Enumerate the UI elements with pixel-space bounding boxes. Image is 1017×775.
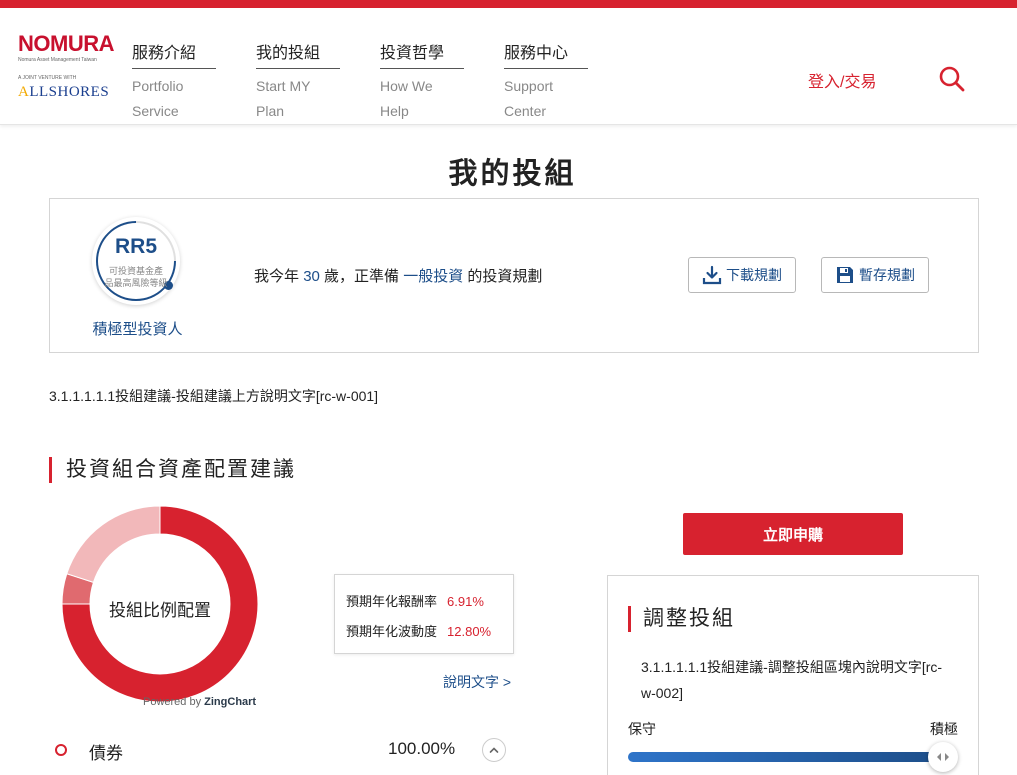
nav-en-line1: Start MY <box>256 78 311 94</box>
nav-support-center[interactable]: 服務中心 Support Center <box>504 44 588 124</box>
subscribe-now-button[interactable]: 立即申購 <box>683 513 903 555</box>
nav-en-line2: Plan <box>256 103 285 119</box>
nav-en-line2: Center <box>504 103 547 119</box>
nomura-logo[interactable]: NOMURA Nomura Asset Management Taiwan A … <box>18 31 128 101</box>
description-link[interactable]: 說明文字 > <box>443 672 511 692</box>
save-plan-label: 暫存規劃 <box>859 267 915 283</box>
donut-slice-2[interactable] <box>66 505 161 583</box>
risk-profile-card: RR5 可投資基金產 品最高風險等級 積極型投資人 我今年 30 歲，正準備 一般… <box>49 198 979 353</box>
legend-marker <box>55 744 67 756</box>
nav-en-line1: Portfolio <box>132 78 184 94</box>
plan-summary-sentence: 我今年 30 歲，正準備 一般投資 的投資規劃 <box>254 265 542 286</box>
adjust-portfolio-description: 3.1.1.1.1.1投組建議-調整投組區塊內說明文字[rc-w-002] <box>641 659 943 701</box>
sentence-text: 我今年 <box>254 268 300 285</box>
sentence-text: 的投資規劃 <box>467 268 543 285</box>
risk-desc-line1: 可投資基金產 <box>108 266 163 276</box>
risk-slider-track[interactable] <box>628 752 943 762</box>
site-header: NOMURA Nomura Asset Management Taiwan A … <box>0 8 1017 125</box>
risk-description: 可投資基金產 品最高風險等級 <box>100 265 172 289</box>
nav-en-line2: Help <box>380 103 409 119</box>
expected-return-label: 預期年化報酬率 <box>346 594 438 609</box>
logo-subtitle: Nomura Asset Management Taiwan <box>18 57 97 63</box>
goal-value: 一般投資 <box>403 268 464 285</box>
risk-level-badge: RR5 可投資基金產 品最高風險等級 <box>79 204 193 318</box>
nav-label-zh: 服務介紹 <box>132 44 216 69</box>
sentence-text: 歲，正準備 <box>324 268 400 285</box>
age-value: 30 <box>303 268 320 285</box>
legend-asset-percent: 100.00% <box>388 739 456 758</box>
nav-label-en: How We Help <box>380 74 464 124</box>
nav-label-zh: 我的投組 <box>256 44 340 69</box>
nav-en-line2: Service <box>132 103 179 119</box>
nav-en-line1: Support <box>504 78 554 94</box>
attribution-text: Powered by <box>143 696 202 708</box>
donut-center-label: 投組比例配置 <box>109 601 211 620</box>
nav-label-en: Start MY Plan <box>256 74 340 124</box>
save-plan-button[interactable]: 暫存規劃 <box>821 257 929 293</box>
download-icon <box>702 265 722 285</box>
nav-label-en: Support Center <box>504 74 588 124</box>
nav-label-zh: 服務中心 <box>504 44 588 69</box>
risk-code: RR5 <box>114 235 157 258</box>
adjust-portfolio-panel: 調整投組 3.1.1.1.1.1投組建議-調整投組區塊內說明文字[rc-w-00… <box>607 575 979 775</box>
nav-my-plan[interactable]: 我的投組 Start MY Plan <box>256 44 340 124</box>
joint-venture-label: A JOINT VENTURE WITH <box>18 75 77 81</box>
risk-desc-line2: 品最高風險等級 <box>104 278 168 288</box>
drag-arrows-icon <box>937 753 949 761</box>
allshores-a: A <box>18 84 30 100</box>
nav-label-zh: 投資哲學 <box>380 44 464 69</box>
expected-return-value: 6.91% <box>447 594 484 609</box>
expected-volatility-value: 12.80% <box>447 624 492 639</box>
nav-en-line1: How We <box>380 78 433 94</box>
adjust-portfolio-title: 調整投組 <box>628 606 735 632</box>
search-icon[interactable] <box>938 65 966 93</box>
nav-portfolio-service[interactable]: 服務介紹 Portfolio Service <box>132 44 216 124</box>
save-icon <box>837 267 853 283</box>
risk-gauge-ring <box>79 204 193 318</box>
expected-volatility-label: 預期年化波動度 <box>346 624 438 639</box>
risk-slider-thumb[interactable] <box>928 742 958 772</box>
risk-slider-fill <box>628 752 943 762</box>
expected-volatility-row: 預期年化波動度 12.80% <box>346 621 491 640</box>
chevron-up-icon[interactable] <box>482 738 506 762</box>
download-plan-button[interactable]: 下載規劃 <box>688 257 796 293</box>
top-accent-bar <box>0 0 1017 8</box>
zingchart-attribution[interactable]: Powered by ZingChart <box>143 696 256 708</box>
legend-asset-name: 債券 <box>89 744 123 763</box>
logo-wordmark: NOMURA <box>18 31 115 56</box>
attribution-brand: ZingChart <box>204 696 257 708</box>
slider-min-label: 保守 <box>628 721 656 737</box>
login-trade-link[interactable]: 登入/交易 <box>808 68 876 92</box>
section-heading-allocation: 投資組合資產配置建議 <box>49 457 296 483</box>
page-title: 我的投組 <box>448 158 577 190</box>
nav-label-en: Portfolio Service <box>132 74 216 124</box>
download-plan-label: 下載規劃 <box>726 267 782 283</box>
slider-max-label: 積極 <box>930 721 958 737</box>
allshores-rest: LLSHORES <box>29 84 110 100</box>
expected-return-row: 預期年化報酬率 6.91% <box>346 591 484 610</box>
allshores-logo: ALLSHORES <box>18 84 128 100</box>
nav-how-we-help[interactable]: 投資哲學 How We Help <box>380 44 464 124</box>
recommendation-description: 3.1.1.1.1.1投組建議-投組建議上方說明文字[rc-w-001] <box>49 388 379 404</box>
expected-stats-box: 預期年化報酬率 6.91% 預期年化波動度 12.80% <box>334 574 514 654</box>
investor-type-label: 積極型投資人 <box>92 321 183 338</box>
